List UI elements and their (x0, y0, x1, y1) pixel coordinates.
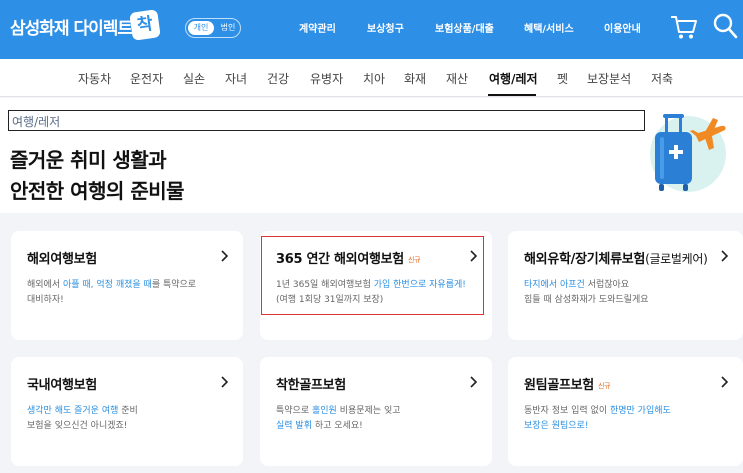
selection-highlight-box (261, 236, 484, 315)
card-description-line2: 보험을 잊으신건 아니겠죠! (27, 418, 127, 431)
card-description-line2: 실력 발휘 하고 오세요! (276, 418, 363, 431)
category-pet[interactable]: 펫 (557, 70, 568, 87)
nav-claims[interactable]: 보상청구 (367, 20, 404, 35)
chevron-right-icon (221, 250, 229, 262)
chevron-right-icon (470, 376, 478, 388)
desc-text: 비용문제는 잊고 (336, 406, 401, 416)
product-card-good-golf[interactable]: 착한골프보험 특약으로 홀인원 비용문제는 잊고 실력 발휘 하고 오세요! (260, 357, 492, 466)
category-nav: 자동차 운전자 실손 자녀 건강 유병자 치아 화재 재산 여행/레저 펫 보장… (0, 59, 743, 97)
active-category-underline (488, 94, 536, 96)
desc-highlight: 생각만 해도 즐거운 여행 (27, 406, 119, 416)
desc-text: 서럽잖아요 (584, 280, 630, 290)
category-travel-leisure[interactable]: 여행/레저 (489, 70, 538, 87)
page-title-line1: 즐거운 취미 생활과 (10, 148, 167, 172)
card-description-line1: 생각만 해도 즐거운 여행 준비 (27, 403, 138, 416)
desc-text: 를 특약으로 (151, 280, 197, 290)
desc-highlight: 타지에서 아프건 (524, 280, 585, 290)
product-card-study-abroad[interactable]: 해외유학/장기체류보험(글로벌케어) 타지에서 아프건 서럽잖아요 힘들 때 삼… (508, 231, 743, 340)
category-preexisting[interactable]: 유병자 (310, 70, 343, 87)
card-title-text: 원팀골프보험 (524, 378, 594, 393)
card-title: 착한골프보험 (276, 374, 346, 393)
category-medical[interactable]: 실손 (183, 70, 205, 87)
desc-text: 힘들 때 삼성화재가 도와드릴게요 (524, 295, 649, 305)
card-description-line1: 해외에서 아플 때, 억정 깨졌을 때를 특약으로 (27, 277, 196, 290)
toggle-corporate[interactable]: 법인 (216, 21, 240, 35)
card-title-text: 국내여행보험 (27, 378, 97, 393)
site-logo[interactable]: 삼성화재 다이렉트 (10, 14, 133, 39)
desc-text: 동반자 정보 입력 없이 (524, 406, 610, 416)
desc-text: 해외에서 (27, 280, 63, 290)
product-card-one-team-golf[interactable]: 원팀골프보험 신규 동반자 정보 입력 없이 한명만 가입해도 보장은 원팀으로! (508, 357, 743, 466)
desc-text: 대비하자! (27, 295, 64, 305)
product-card-domestic-travel[interactable]: 국내여행보험 생각만 해도 즐거운 여행 준비 보험을 잊으신건 아니겠죠! (11, 357, 243, 466)
card-title: 원팀골프보험 신규 (524, 374, 611, 393)
chevron-right-icon (721, 250, 729, 262)
top-header: 삼성화재 다이렉트 착 개인 법인 계약관리 보상청구 보험상품/대출 혜택/서… (0, 0, 743, 59)
breadcrumb: 여행/레저 (8, 110, 645, 131)
product-card-overseas-travel[interactable]: 해외여행보험 해외에서 아플 때, 억정 깨졌을 때를 특약으로 대비하자! (11, 231, 243, 340)
card-title-text: 착한골프보험 (276, 378, 346, 393)
desc-highlight: 홀인원 (311, 406, 337, 416)
card-title-text: 해외유학/장기체류보험 (524, 252, 646, 267)
desc-highlight: 한명만 가입해도 (609, 406, 671, 416)
desc-text: 하고 오세요! (311, 421, 363, 431)
desc-highlight: 보장은 원팀으로! (524, 421, 589, 431)
card-description-line1: 타지에서 아프건 서럽잖아요 (524, 277, 629, 290)
card-description-line1: 특약으로 홀인원 비용문제는 잊고 (276, 403, 401, 416)
desc-highlight: 실력 발휘 (276, 421, 312, 431)
category-auto[interactable]: 자동차 (78, 70, 111, 87)
category-dental[interactable]: 치아 (363, 70, 385, 87)
card-title-text: 해외여행보험 (27, 252, 97, 267)
chevron-right-icon (221, 376, 229, 388)
luggage-airplane-illustration (650, 114, 726, 192)
search-icon[interactable] (712, 12, 738, 40)
card-title: 해외유학/장기체류보험(글로벌케어) (524, 248, 708, 267)
nav-usage-guide[interactable]: 이용안내 (604, 20, 641, 35)
desc-text: 특약으로 (276, 406, 312, 416)
hero-section: 여행/레저 즐거운 취미 생활과 안전한 여행의 준비물 (0, 98, 743, 213)
card-title-suffix: (글로벌케어) (645, 252, 708, 266)
category-fire[interactable]: 화재 (404, 70, 426, 87)
nav-contract-management[interactable]: 계약관리 (299, 20, 336, 35)
card-description-line1: 동반자 정보 입력 없이 한명만 가입해도 (524, 403, 671, 416)
card-description-line2: 대비하자! (27, 292, 64, 305)
card-title: 국내여행보험 (27, 374, 97, 393)
nav-benefits-services[interactable]: 혜택/서비스 (524, 20, 574, 35)
logo-badge[interactable]: 착 (129, 9, 161, 41)
desc-text: 보험을 잊으신건 아니겠죠! (27, 421, 128, 431)
card-description-line2: 보장은 원팀으로! (524, 418, 588, 431)
category-child[interactable]: 자녀 (225, 70, 247, 87)
category-health[interactable]: 건강 (267, 70, 289, 87)
category-property[interactable]: 재산 (446, 70, 468, 87)
card-description-line2: 힘들 때 삼성화재가 도와드릴게요 (524, 292, 649, 305)
nav-products-loans[interactable]: 보험상품/대출 (435, 20, 494, 35)
category-coverage-analysis[interactable]: 보장분석 (587, 70, 631, 87)
toggle-personal[interactable]: 개인 (188, 21, 214, 35)
desc-text: 준비 (118, 406, 138, 416)
category-driver[interactable]: 운전자 (130, 70, 163, 87)
page-title-line2: 안전한 여행의 준비물 (10, 179, 185, 203)
breadcrumb-label: 여행/레저 (12, 115, 61, 129)
desc-highlight: 아플 때, 억정 깨졌을 때 (62, 280, 152, 290)
chevron-right-icon (721, 376, 729, 388)
card-title: 해외여행보험 (27, 248, 97, 267)
customer-type-toggle[interactable]: 개인 법인 (185, 18, 241, 38)
new-badge: 신규 (597, 381, 611, 390)
category-savings[interactable]: 저축 (651, 70, 673, 87)
cart-icon[interactable] (670, 14, 698, 40)
